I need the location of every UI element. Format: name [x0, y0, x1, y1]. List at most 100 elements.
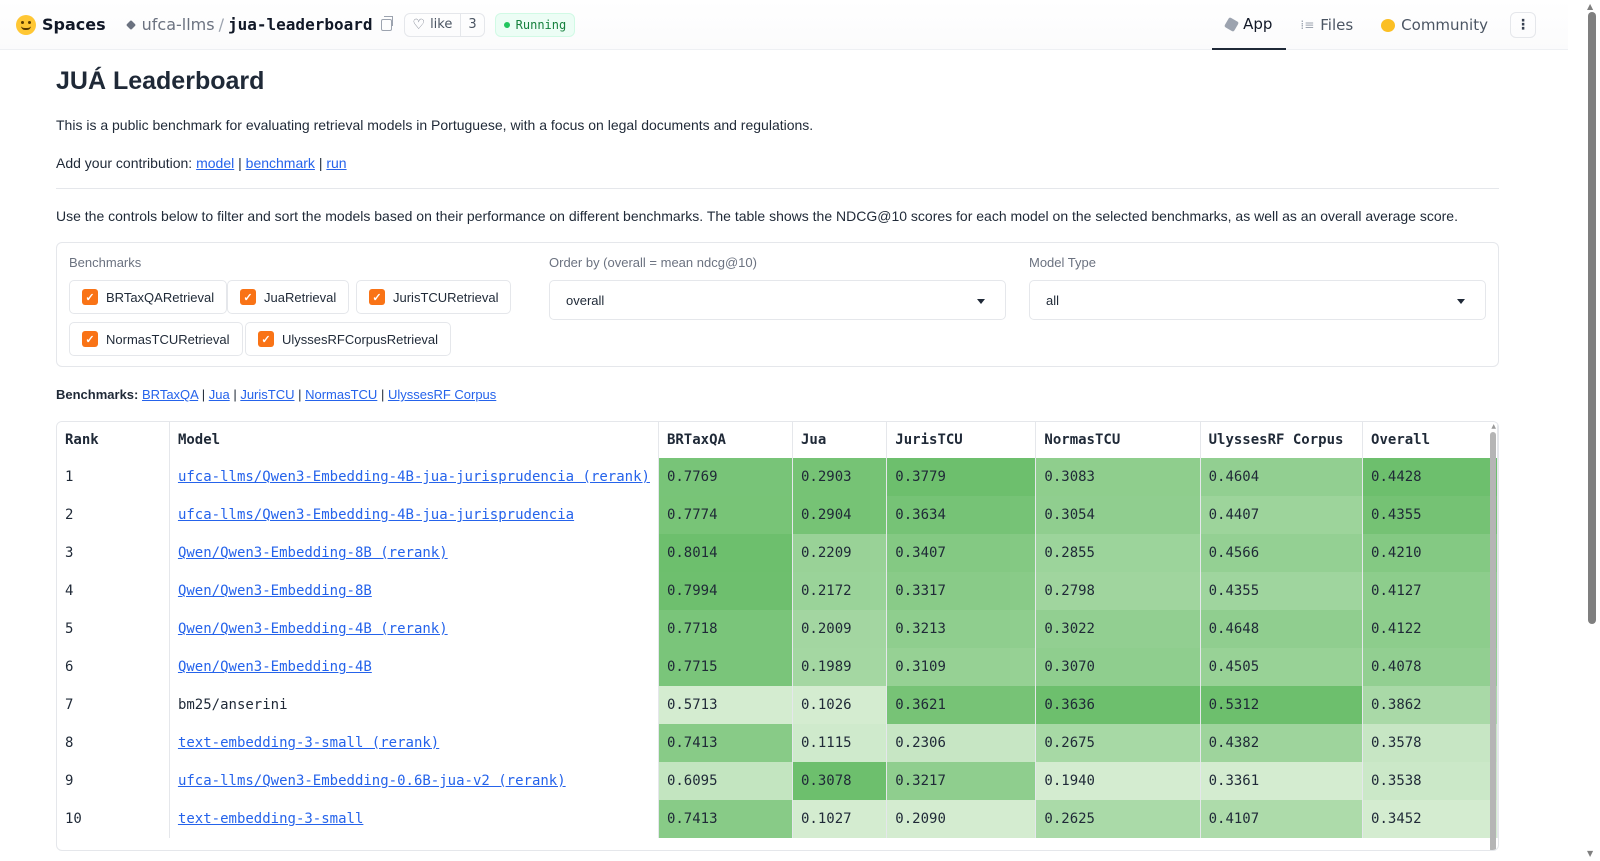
model-link[interactable]: Qwen/Qwen3-Embedding-8B (rerank) [178, 545, 448, 561]
org-avatar-icon [125, 19, 136, 30]
score-cell-ulyssesrf: 0.4604 [1200, 458, 1364, 496]
more-options-button[interactable]: ⋮ [1510, 12, 1536, 38]
ulyssesrf-link[interactable]: UlyssesRF Corpus [388, 387, 496, 402]
run-contrib-link[interactable]: run [326, 155, 346, 171]
column-header-rank[interactable]: Rank [57, 422, 170, 458]
model-cell: Qwen/Qwen3-Embedding-8B (rerank) [169, 534, 659, 572]
tab-community[interactable]: Community [1367, 0, 1502, 50]
scroll-down-icon[interactable]: ▼ [1587, 849, 1593, 858]
checkbox-checked-icon: ✓ [82, 289, 98, 305]
order-by-label: Order by (overall = mean ndcg@10) [549, 255, 757, 270]
checkbox-juristcu[interactable]: ✓ JurisTCURetrieval [356, 280, 512, 314]
huggingface-logo-icon[interactable] [16, 14, 36, 35]
column-header-ulyssesrf[interactable]: UlyssesRF Corpus [1200, 422, 1364, 458]
model-type-label: Model Type [1029, 255, 1096, 270]
column-header-model[interactable]: Model [169, 422, 659, 458]
score-cell-jua: 0.1027 [792, 800, 888, 838]
model-link[interactable]: text-embedding-3-small [178, 811, 363, 827]
score-cell-normastcu: 0.3083 [1035, 458, 1201, 496]
score-cell-overall: 0.3578 [1362, 724, 1498, 762]
community-icon [1381, 18, 1396, 32]
checkbox-brtaxqa[interactable]: ✓ BRTaxQARetrieval [69, 280, 228, 314]
files-icon: ⁞≡ [1300, 18, 1315, 32]
score-cell-jua: 0.1989 [792, 648, 888, 686]
score-cell-normastcu: 0.3054 [1035, 496, 1201, 534]
score-cell-overall: 0.4428 [1362, 458, 1498, 496]
rank-cell: 10 [57, 800, 170, 838]
model-cell: Qwen/Qwen3-Embedding-4B (rerank) [169, 610, 659, 648]
table-scrollbar-thumb[interactable] [1490, 432, 1496, 850]
jua-link[interactable]: Jua [209, 387, 230, 402]
page-scrollbar[interactable]: ▲ ▼ [1584, 0, 1600, 861]
status-text: Running [515, 17, 567, 32]
status-dot-icon [503, 21, 510, 28]
checkbox-jua[interactable]: ✓ JuaRetrieval [227, 280, 350, 314]
table-row: 7 bm25/anserini 0.5713 0.1026 0.3621 0.3636 0.… [57, 686, 1498, 724]
normastcu-link[interactable]: NormasTCU [305, 387, 377, 402]
tab-app[interactable]: App [1212, 0, 1287, 50]
checkbox-checked-icon: ✓ [82, 331, 98, 347]
org-link[interactable]: ufca-llms [142, 15, 215, 34]
model-link[interactable]: Qwen/Qwen3-Embedding-4B (rerank) [178, 621, 448, 637]
model-link[interactable]: Qwen/Qwen3-Embedding-4B [178, 659, 372, 675]
column-header-jua[interactable]: Jua [792, 422, 888, 458]
column-header-overall[interactable]: Overall [1362, 422, 1498, 458]
score-cell-normastcu: 0.2855 [1035, 534, 1201, 572]
score-cell-overall: 0.4078 [1362, 648, 1498, 686]
checkbox-normastcu[interactable]: ✓ NormasTCURetrieval [69, 322, 243, 356]
order-by-dropdown[interactable]: overall [549, 280, 1006, 320]
model-contrib-link[interactable]: model [196, 155, 234, 171]
tab-files[interactable]: ⁞≡ Files [1286, 0, 1367, 50]
table-row: 9 ufca-llms/Qwen3-Embedding-0.6B-jua-v2 (… [57, 762, 1498, 800]
checkbox-label: JurisTCURetrieval [393, 289, 499, 305]
path-separator: / [218, 15, 224, 34]
table-row: 5 Qwen/Qwen3-Embedding-4B (rerank) 0.7718 0… [57, 610, 1498, 648]
score-cell-ulyssesrf: 0.4648 [1200, 610, 1364, 648]
score-cell-normastcu: 0.2675 [1035, 724, 1201, 762]
score-cell-juristcu: 0.2090 [886, 800, 1037, 838]
score-cell-overall: 0.3452 [1362, 800, 1498, 838]
app-content: JUÁ Leaderboard This is a public benchma… [56, 50, 1499, 851]
model-type-dropdown[interactable]: all [1029, 280, 1486, 320]
score-cell-brtaxqa: 0.7769 [658, 458, 793, 496]
benchmark-contrib-link[interactable]: benchmark [246, 155, 315, 171]
model-link[interactable]: ufca-llms/Qwen3-Embedding-4B-jua-jurispr… [178, 469, 650, 485]
column-header-juristcu[interactable]: JurisTCU [886, 422, 1037, 458]
copy-icon[interactable] [380, 15, 393, 31]
model-link[interactable]: ufca-llms/Qwen3-Embedding-0.6B-jua-v2 (r… [178, 773, 566, 789]
checkbox-label: BRTaxQARetrieval [106, 289, 215, 305]
like-button[interactable]: ♡ like 3 [403, 12, 485, 37]
rank-cell: 2 [57, 496, 170, 534]
scroll-up-icon[interactable]: ▲ [1587, 2, 1593, 11]
model-link[interactable]: Qwen/Qwen3-Embedding-8B [178, 583, 372, 599]
score-cell-juristcu: 0.3407 [886, 534, 1037, 572]
score-cell-ulyssesrf: 0.5312 [1200, 686, 1364, 724]
model-link[interactable]: ufca-llms/Qwen3-Embedding-4B-jua-jurispr… [178, 507, 574, 523]
brtaxqa-link[interactable]: BRTaxQA [142, 387, 198, 402]
score-cell-brtaxqa: 0.5713 [658, 686, 793, 724]
scroll-up-icon[interactable]: ▲ [1491, 423, 1496, 430]
benchmark-links-prefix: Benchmarks: [56, 387, 139, 402]
score-cell-brtaxqa: 0.7774 [658, 496, 793, 534]
checkbox-label: JuaRetrieval [264, 289, 337, 305]
score-cell-jua: 0.1026 [792, 686, 888, 724]
model-link[interactable]: text-embedding-3-small (rerank) [178, 735, 439, 751]
table-row: 3 Qwen/Qwen3-Embedding-8B (rerank) 0.8014 0… [57, 534, 1498, 572]
score-cell-juristcu: 0.3779 [886, 458, 1037, 496]
page-scrollbar-thumb[interactable] [1588, 12, 1596, 624]
score-cell-brtaxqa: 0.7718 [658, 610, 793, 648]
checkbox-checked-icon: ✓ [258, 331, 274, 347]
table-row: 10 text-embedding-3-small 0.7413 0.1027 0.20… [57, 800, 1498, 838]
column-header-normastcu[interactable]: NormasTCU [1035, 422, 1201, 458]
repo-name[interactable]: jua-leaderboard [228, 15, 373, 34]
contribution-line: Add your contribution: model | benchmark… [56, 155, 347, 171]
score-cell-normastcu: 0.3070 [1035, 648, 1201, 686]
leaderboard-table: Rank Model BRTaxQA Jua JurisTCU NormasTC… [57, 422, 1498, 838]
checkbox-ulyssesrf[interactable]: ✓ UlyssesRFCorpusRetrieval [245, 322, 452, 356]
juristcu-link[interactable]: JurisTCU [240, 387, 294, 402]
table-row: 8 text-embedding-3-small (rerank) 0.7413 0.… [57, 724, 1498, 762]
benchmark-links: Benchmarks: BRTaxQA | Jua | JurisTCU | N… [56, 387, 497, 402]
spaces-link[interactable]: Spaces [42, 15, 106, 34]
table-scrollbar[interactable]: ▲ [1488, 422, 1498, 850]
column-header-brtaxqa[interactable]: BRTaxQA [658, 422, 793, 458]
